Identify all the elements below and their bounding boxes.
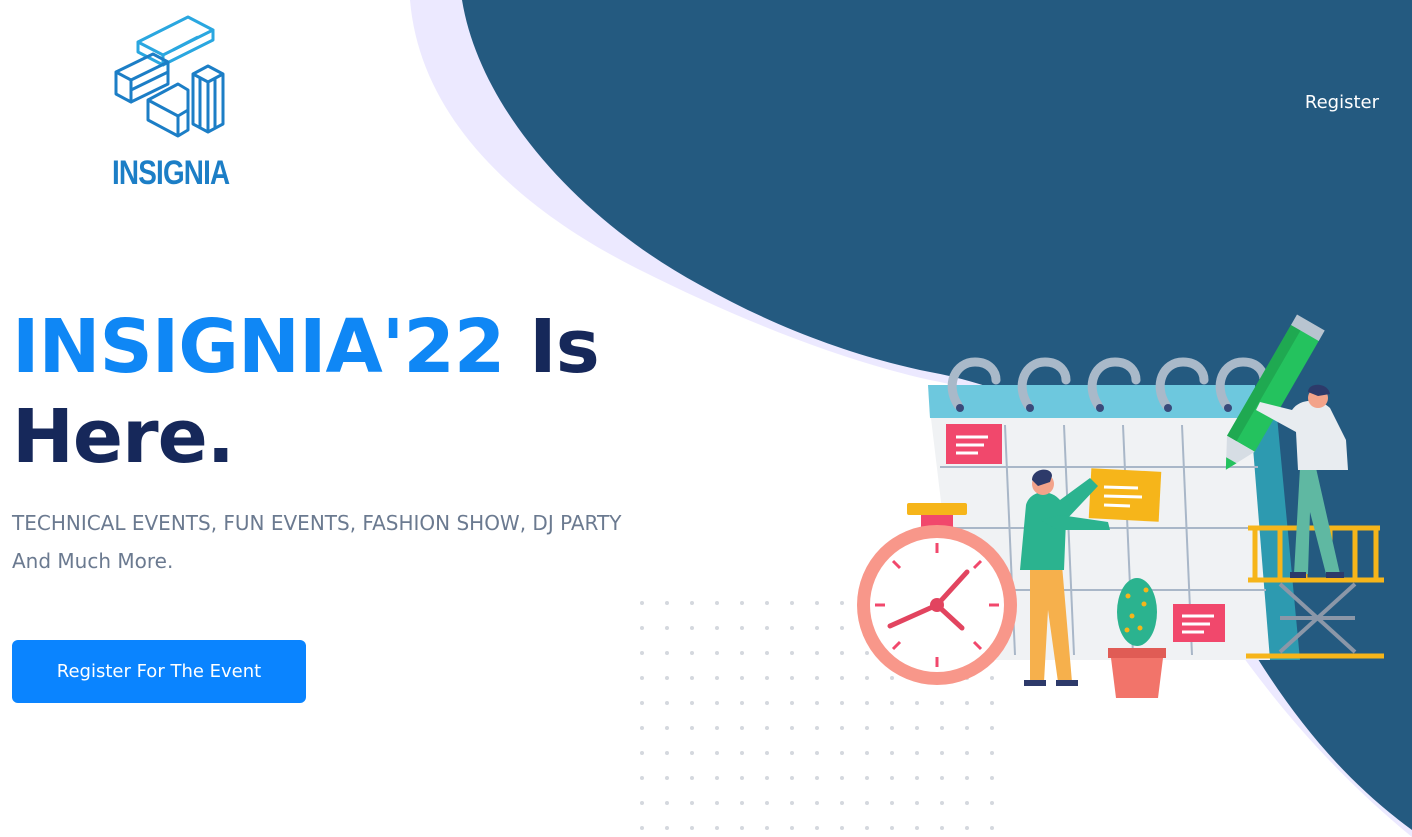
logo-text: INSIGNIA	[112, 154, 230, 192]
hero-title-rest-line2: Here.	[12, 394, 235, 480]
insignia-logo-icon	[114, 15, 225, 138]
calendar-scheduling-illustration	[857, 314, 1384, 698]
nav-register-link[interactable]: Register	[1305, 92, 1379, 113]
hero-title: INSIGNIA'22 Is Here.	[12, 302, 652, 482]
hero-title-accent: INSIGNIA'22	[12, 304, 505, 390]
site-logo[interactable]: INSIGNIA	[108, 12, 238, 192]
landing-page: INSIGNIA Register INSIGNIA'22 Is Here. TE…	[0, 0, 1412, 837]
register-for-event-button[interactable]: Register For The Event	[12, 640, 306, 703]
hero-title-rest: Is	[504, 304, 600, 390]
hero-subtitle: TECHNICAL EVENTS, FUN EVENTS, FASHION SH…	[12, 511, 622, 573]
